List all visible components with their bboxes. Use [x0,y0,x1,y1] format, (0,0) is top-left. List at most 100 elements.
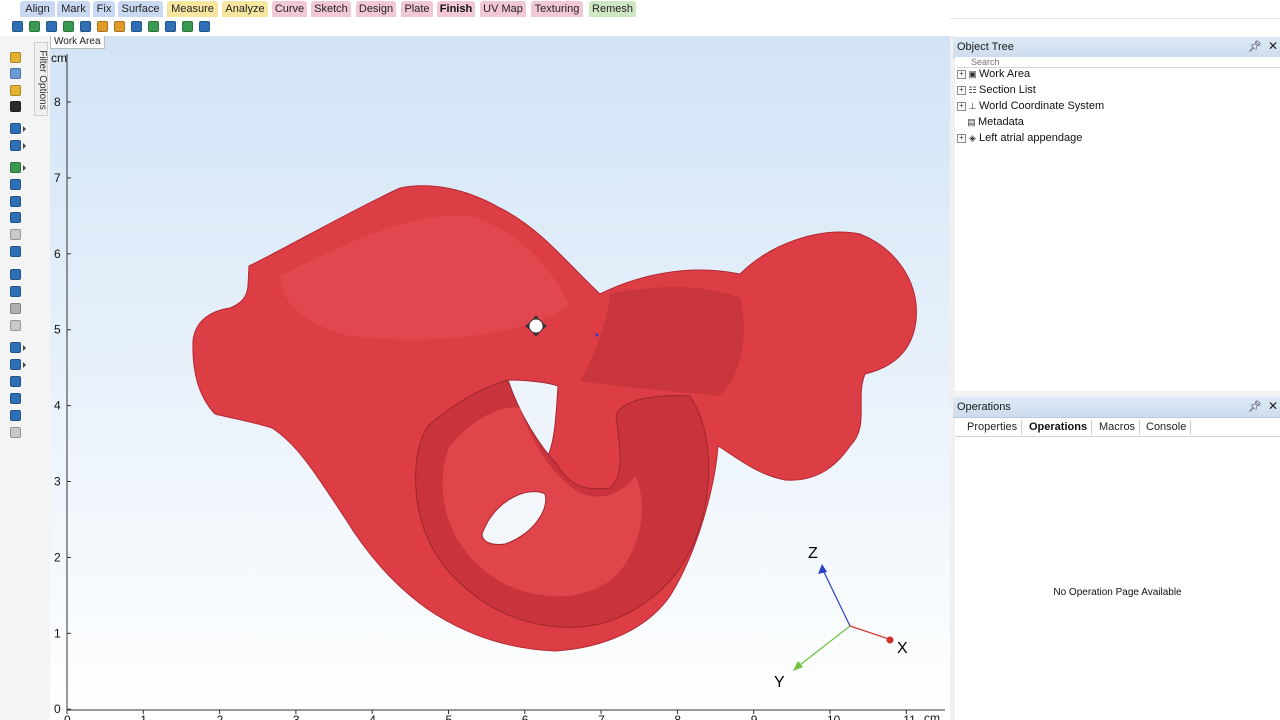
export-icon[interactable] [63,21,74,32]
remesh-icon[interactable] [199,21,210,32]
mesh-tool-icon[interactable] [114,21,125,32]
pin-icon[interactable]: 📌︎ [1248,400,1262,413]
grid-display-icon[interactable] [10,427,21,438]
filter-options-label: Filter Options [37,50,48,110]
shading-icon[interactable] [10,286,21,297]
tree-item-metadata[interactable]: ▤ Metadata [967,114,1024,130]
dropdown-arrow-icon[interactable] [23,345,26,351]
triad-x-label: X [897,640,908,657]
select-icon[interactable] [10,162,21,173]
import-icon[interactable] [29,21,40,32]
zoom-fit-icon[interactable] [10,246,21,257]
ribbon-tab-uv-map[interactable]: UV Map [480,1,526,17]
metadata-icon: ▤ [967,117,976,128]
save-icon[interactable] [46,21,57,32]
pin-icon[interactable]: 📌︎ [1248,40,1262,53]
triad-z-arrowhead [818,564,827,574]
texture-icon[interactable] [10,303,21,314]
dropdown-arrow-icon[interactable] [23,165,26,171]
expand-icon[interactable]: + [957,101,966,111]
ribbon-tab-curve[interactable]: Curve [272,1,307,17]
ribbon-menu-bar: Align Mark Fix Surface Measure Analyze Curve Sk… [0,0,1280,19]
align-icon[interactable] [97,21,108,32]
lighting-icon[interactable] [10,376,21,387]
new-document-icon[interactable] [10,68,21,79]
redo-icon[interactable] [10,140,21,151]
transform-icon[interactable] [80,21,91,32]
zoom-out-icon[interactable] [10,229,21,240]
sphere-render-icon[interactable] [10,359,21,370]
x-tick-label: 3 [293,713,300,720]
scale-icon[interactable] [131,21,142,32]
tab-operations[interactable]: Operations [1025,420,1093,435]
ribbon-tab-texturing[interactable]: Texturing [531,1,583,17]
ruler-display-icon[interactable] [10,410,21,421]
ribbon-tab-sketch[interactable]: Sketch [311,1,351,17]
display-mode-icon[interactable] [10,342,21,353]
y-tick-label: 5 [54,323,61,337]
tree-item-work-area[interactable]: + ▣ Work Area [957,66,1030,82]
close-icon[interactable]: ✕ [1268,39,1278,53]
y-tick-label: 4 [54,399,61,413]
axis-display-icon[interactable] [10,393,21,404]
x-tick-label: 7 [598,713,605,720]
ribbon-tab-measure[interactable]: Measure [167,1,218,17]
x-tick-label: 2 [217,713,224,720]
pivot-point-marker [595,333,599,337]
x-tick-label: 11 [903,713,916,720]
object-tree-header: Object Tree 📌︎ ✕ [953,37,1280,58]
tab-macros[interactable]: Macros [1095,420,1141,435]
object-tree-panel: ⌕ +▣Work Area+☷Section List+⊥World Coord… [955,54,1280,391]
y-tick-label: 7 [54,171,61,185]
tree-item-label: Left atrial appendage [979,132,1083,145]
open-file-icon[interactable] [10,85,21,96]
open-folder-icon[interactable] [10,52,21,63]
y-tick-label: 6 [54,247,61,261]
zoom-icon[interactable] [10,212,21,223]
expand-icon[interactable]: + [957,69,966,79]
tab-console[interactable]: Console [1142,420,1192,435]
tree-item-section-list[interactable]: + ☷ Section List [957,82,1036,98]
tab-properties[interactable]: Properties [963,420,1023,435]
rotate-icon[interactable] [165,21,176,32]
pan-icon[interactable] [10,179,21,190]
rotate-view-icon[interactable] [10,196,21,207]
sculpt-icon[interactable] [148,21,159,32]
work-area-viewport[interactable]: cm 876543210 0 1 2 3 4 5 6 7 8 9 10 11 cm [50,36,950,720]
ribbon-tab-finish[interactable]: Finish [437,1,475,17]
y-tick-label: 1 [54,626,61,640]
ribbon-tab-mark[interactable]: Mark [57,1,90,17]
ribbon-tab-align[interactable]: Align [20,1,55,17]
y-tick-label: 8 [54,95,61,109]
view-cube-icon[interactable] [10,269,21,280]
tree-item-label: World Coordinate System [979,100,1105,113]
undo-icon[interactable] [10,123,21,134]
y-tick-label: 2 [54,550,61,564]
x-axis-ticks: 0 1 2 3 4 5 6 7 8 9 10 11 [64,710,916,720]
close-icon[interactable]: ✕ [1268,399,1278,413]
ribbon-tab-design[interactable]: Design [356,1,396,17]
expand-icon[interactable]: + [957,133,966,143]
x-tick-label: 6 [522,713,529,720]
new-file-icon[interactable] [12,21,23,32]
filter-options-tab[interactable]: Filter Options [34,42,48,116]
work-area-icon: ▣ [968,69,977,80]
wireframe-icon[interactable] [10,320,21,331]
expand-icon[interactable]: + [957,85,966,95]
ribbon-tab-plate[interactable]: Plate [401,1,433,17]
work-area-tab[interactable]: Work Area [50,36,105,49]
tree-item-world-coordinate-system[interactable]: + ⊥ World Coordinate System [957,98,1104,114]
ribbon-tab-fix[interactable]: Fix [93,1,115,17]
left-atrial-appendage-model[interactable] [192,185,917,652]
tree-item-left-atrial-appendage[interactable]: + ◈ Left atrial appendage [957,130,1082,146]
ribbon-tab-surface[interactable]: Surface [118,1,163,17]
dropdown-arrow-icon[interactable] [23,362,26,368]
measure-ruler-icon[interactable] [182,21,193,32]
dropdown-arrow-icon[interactable] [23,126,26,132]
ribbon-tab-analyze[interactable]: Analyze [222,1,268,17]
dropdown-arrow-icon[interactable] [23,143,26,149]
viewport-canvas[interactable]: cm 876543210 0 1 2 3 4 5 6 7 8 9 10 11 cm [50,36,950,720]
save-disk-icon[interactable] [10,101,21,112]
ribbon-tab-remesh[interactable]: Remesh [589,1,636,17]
coordinate-system-icon: ⊥ [968,101,977,112]
